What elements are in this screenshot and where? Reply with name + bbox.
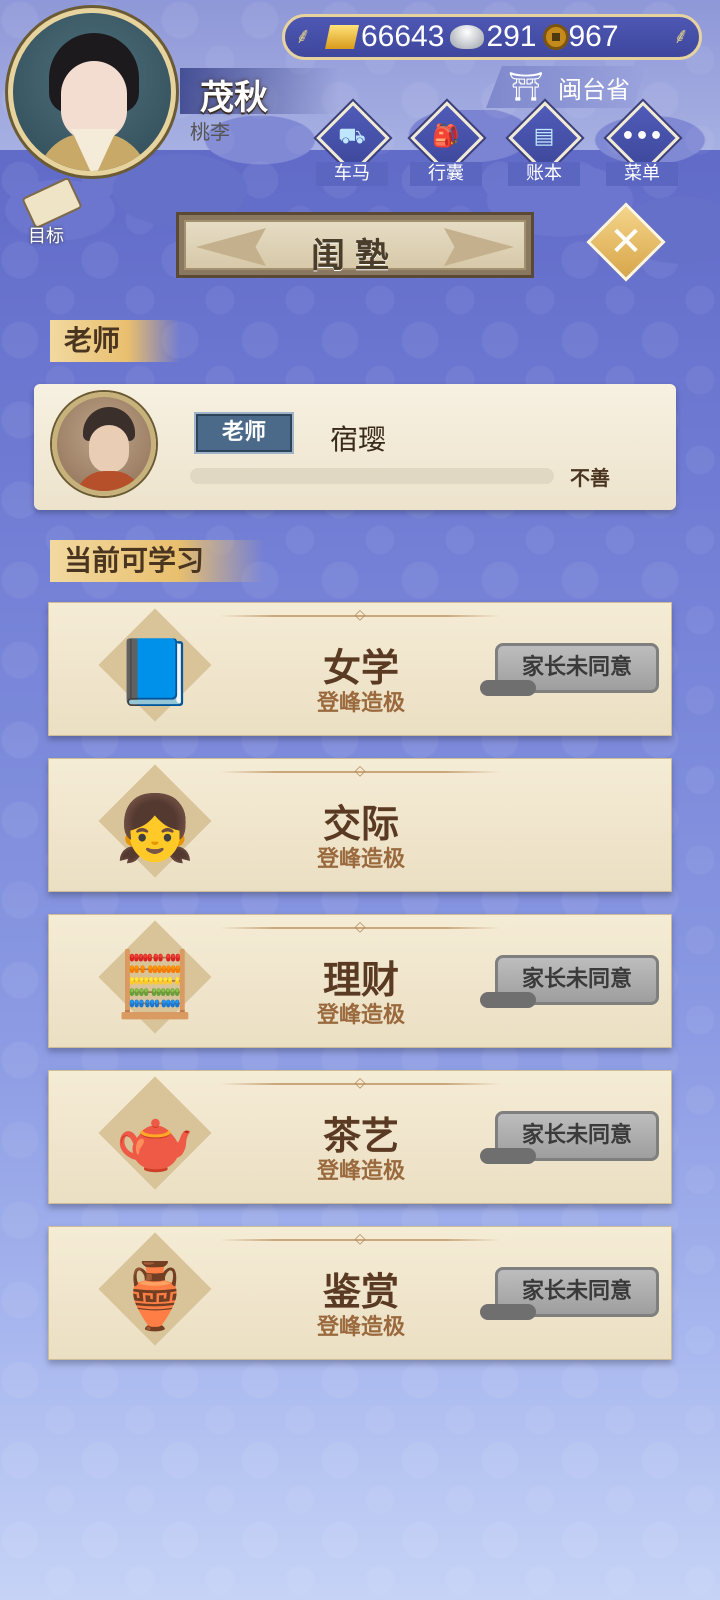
courses-section-header: 当前可学习 bbox=[50, 540, 265, 582]
ornament-icon: ◇ bbox=[354, 1075, 366, 1091]
button-label: 家长未同意 bbox=[521, 967, 632, 992]
nav-bag-button[interactable]: 🎒 行囊 bbox=[406, 101, 486, 186]
teacher-avatar bbox=[52, 392, 156, 496]
affinity-bar bbox=[190, 468, 554, 484]
ledger-icon: ▤ bbox=[533, 124, 555, 149]
nav-menu-button[interactable]: ••• 菜单 bbox=[602, 101, 682, 186]
nav-label: 车马 bbox=[316, 162, 388, 186]
parent-not-agree-button[interactable]: 家长未同意 bbox=[480, 955, 659, 1008]
course-card-chayi[interactable]: ◇ 🫖 茶艺 登峰造极 家长未同意 bbox=[48, 1070, 672, 1204]
course-name: 交际 bbox=[322, 802, 399, 846]
nav-label: 行囊 bbox=[410, 162, 482, 186]
menu-dots-icon: ••• bbox=[620, 124, 664, 149]
parent-not-agree-button[interactable]: 家长未同意 bbox=[480, 1111, 659, 1164]
gold-currency: 66643 bbox=[325, 17, 444, 57]
parent-not-agree-button[interactable]: 家长未同意 bbox=[480, 643, 659, 696]
province-button[interactable]: ⛩ 闽台省 bbox=[486, 66, 646, 108]
teacher-role-tag: 老师 bbox=[194, 412, 294, 454]
page-title-banner: 闺塾 bbox=[176, 212, 534, 278]
silver-value: 291 bbox=[486, 20, 537, 53]
teacher-section-header: 老师 bbox=[50, 320, 181, 362]
player-avatar[interactable] bbox=[8, 8, 176, 176]
ornament-icon: ◇ bbox=[354, 763, 366, 779]
bag-icon: 🎒 bbox=[432, 124, 460, 149]
currency-bar: ⸙ 66643 291 967 ⸙ bbox=[282, 14, 702, 60]
nav-label: 菜单 bbox=[606, 162, 678, 186]
bamboo-left-icon: ⸙ bbox=[294, 24, 312, 49]
cloud-icon bbox=[480, 1304, 536, 1320]
cloud-icon bbox=[480, 992, 536, 1008]
bamboo-right-icon: ⸙ bbox=[672, 24, 690, 49]
page-title-inner: 闺塾 bbox=[184, 220, 526, 276]
teacher-name: 宿璎 bbox=[330, 423, 387, 456]
coin-value: 967 bbox=[568, 20, 619, 53]
cloud-icon bbox=[480, 1148, 536, 1164]
nav-label: 账本 bbox=[508, 162, 580, 186]
affinity-label: 不善 bbox=[570, 466, 610, 490]
coin-currency: 967 bbox=[542, 17, 619, 57]
silver-currency: 291 bbox=[450, 17, 537, 57]
silver-ingot-icon bbox=[450, 25, 485, 49]
nav-ledger-button[interactable]: ▤ 账本 bbox=[504, 101, 584, 186]
close-icon[interactable]: ✕ bbox=[598, 214, 654, 270]
carriage-icon: ⛟ bbox=[338, 124, 366, 149]
course-card-jianshang[interactable]: ◇ 🏺 鉴赏 登峰造极 家长未同意 bbox=[48, 1226, 672, 1360]
cloud-icon bbox=[480, 680, 536, 696]
teacher-face bbox=[89, 425, 129, 473]
ornament-icon: ◇ bbox=[354, 919, 366, 935]
character-name: 茂秋 bbox=[200, 78, 268, 118]
page-title: 闺塾 bbox=[311, 236, 399, 276]
course-card-nvxue[interactable]: ◇ 📘 女学 登峰造极 家长未同意 bbox=[48, 602, 672, 736]
course-card-jiaoji[interactable]: ◇ 👧 交际 登峰造极 bbox=[48, 758, 672, 892]
copper-coin-icon bbox=[542, 24, 569, 50]
ornament-icon: ◇ bbox=[354, 1231, 366, 1247]
gold-ingot-icon bbox=[325, 25, 359, 49]
parent-not-agree-button[interactable]: 家长未同意 bbox=[480, 1267, 659, 1320]
button-label: 家长未同意 bbox=[521, 655, 632, 680]
goal-label: 目标 bbox=[28, 226, 64, 247]
course-card-licai[interactable]: ◇ 🧮 理财 登峰造极 家长未同意 bbox=[48, 914, 672, 1048]
gold-value: 66643 bbox=[361, 20, 445, 53]
province-seal-icon: ⛩ bbox=[508, 70, 544, 103]
goal-button[interactable]: 目标 bbox=[12, 176, 92, 247]
course-level: 登峰造极 bbox=[316, 847, 405, 872]
nav-carriage-button[interactable]: ⛟ 车马 bbox=[312, 101, 392, 186]
province-label: 闽台省 bbox=[558, 75, 630, 104]
button-label: 家长未同意 bbox=[521, 1279, 632, 1304]
teacher-robe bbox=[75, 471, 143, 491]
button-label: 家长未同意 bbox=[521, 1123, 632, 1148]
character-title: 桃李 bbox=[190, 120, 230, 144]
ornament-icon: ◇ bbox=[354, 607, 366, 623]
